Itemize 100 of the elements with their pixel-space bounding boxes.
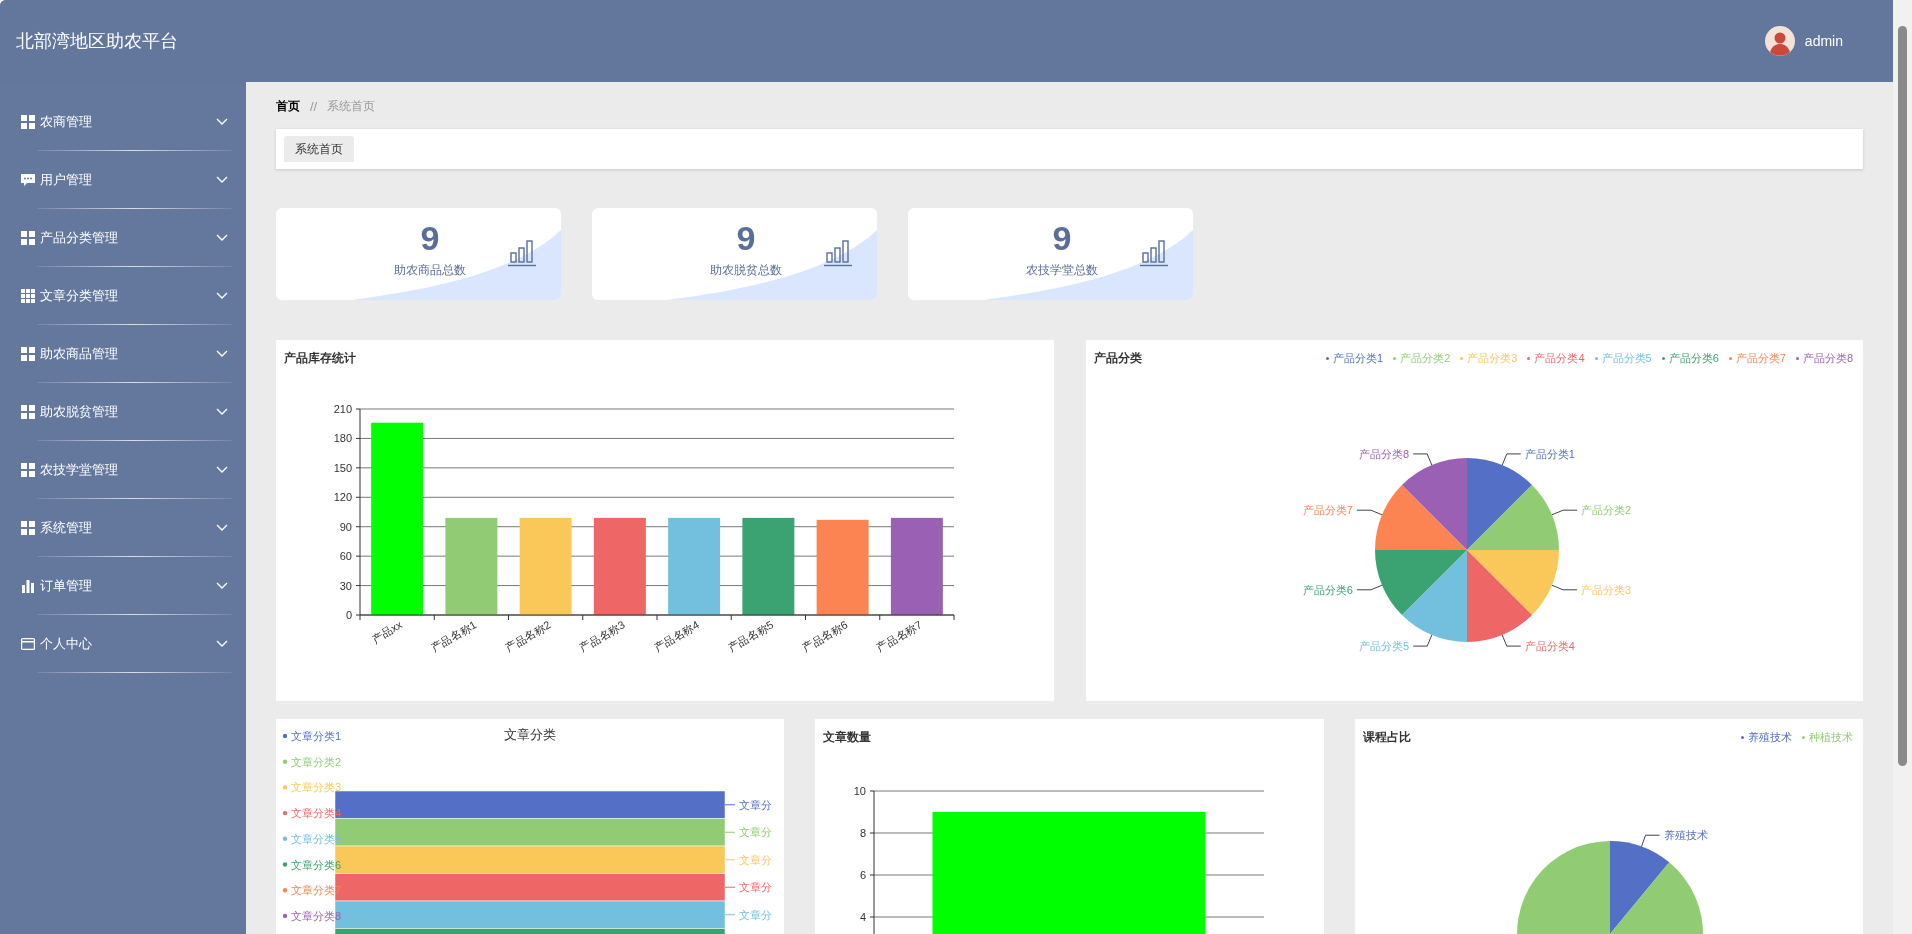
leader-line [1501,453,1521,466]
sidebar-item[interactable]: 文章分类管理 [0,267,246,324]
legend-label[interactable]: 产品分类4 [1534,350,1585,366]
sidebar-item[interactable]: 助农脱贫管理 [0,383,246,440]
grid-icon [21,346,35,361]
slice-label: 产品分类2 [1580,504,1631,517]
axis-label: 产品xx [369,618,405,646]
sidebar-item[interactable]: 系统管理 [0,499,246,556]
sidebar-item[interactable]: 用户管理 [0,151,246,208]
tick-label: 0 [345,609,352,621]
stat-value: 9 [420,218,440,259]
chart-title: 产品分类 [1093,349,1142,367]
tick-label: 4 [860,911,867,923]
scrollbar[interactable] [1893,0,1912,934]
axis-label: 产品名称3 [577,618,627,654]
leader-line [1501,634,1521,647]
slice-label: 产品分类3 [1580,583,1631,596]
stat-value: 9 [736,218,756,259]
slice-label: 产品分类7 [1302,504,1353,517]
stat-label: 助农商品总数 [394,262,466,279]
legend-label[interactable]: 文章分类4 [291,807,342,820]
leader-line [724,914,736,916]
layer-label: 文章分 [739,908,772,921]
breadcrumb-link[interactable]: 系统首页 [327,97,376,115]
breadcrumb-link[interactable]: 首页 [276,97,300,115]
stat-value: 9 [1052,218,1072,259]
slice-label: 产品分类4 [1524,640,1575,653]
layer-label: 文章分 [739,826,772,839]
breadcrumb-separator: // [310,98,318,114]
grid-icon [21,404,35,419]
stat-label: 农技学堂总数 [1026,262,1098,279]
leader-line [1412,634,1432,647]
legend-label[interactable]: 产品分类1 [1333,350,1384,366]
slice-label: 产品分类1 [1524,447,1575,460]
sidebar-item[interactable]: 产品分类管理 [0,209,246,266]
legend-label[interactable]: 文章分类1 [291,730,342,742]
user-name[interactable]: admin [1804,33,1843,49]
scrollbar-thumb[interactable] [1898,26,1907,766]
sidebar-item[interactable]: 农商管理 [0,93,246,150]
grid-icon [21,462,35,477]
grid-icon [21,114,35,129]
tick-label: 8 [860,827,867,839]
legend-label[interactable]: 文章分类6 [291,858,342,871]
axis-label: 产品名称1 [428,618,479,654]
sidebar-item[interactable]: 订单管理 [0,557,246,614]
legend-label[interactable]: 产品分类8 [1802,350,1853,366]
tick-label: 6 [860,869,867,881]
axis-label: 产品名称4 [651,618,702,654]
layer-label: 文章分 [739,881,772,894]
chart-title: 产品库存统计 [284,349,356,367]
bar-chart-icon [508,240,536,267]
stat-label: 助农脱贫总数 [710,262,782,279]
avatar-icon[interactable] [1764,26,1795,56]
app-title: 北部湾地区助农平台 [16,30,178,53]
axis-label: 产品名称5 [725,618,776,654]
legend-label[interactable]: 养殖技术 [1748,729,1792,745]
legend-label[interactable]: 产品分类6 [1668,350,1719,366]
chat-icon [21,172,35,187]
axis-label: 产品名称2 [503,618,553,654]
leader-line [1551,509,1578,516]
axis-label: 产品名称6 [800,618,850,654]
tick-label: 180 [333,432,352,445]
grid-icon [21,520,35,535]
chart-title: 文章分类 [504,727,556,742]
card-icon [21,636,35,651]
layer-label: 文章分 [739,798,772,811]
tick-label: 60 [339,550,352,563]
axis-label: 产品名称7 [874,618,924,654]
bar-chart-icon [1140,240,1168,267]
leader-line [1412,453,1432,466]
sidebar-item[interactable]: 个人中心 [0,615,246,672]
tick-label: 210 [333,403,352,415]
leader-line [1355,509,1382,516]
slice-label: 养殖技术 [1663,829,1708,842]
chart-title: 文章数量 [823,728,872,746]
tick-label: 120 [333,491,352,504]
leader-line [724,886,736,888]
grid-icon [21,230,35,245]
leader-line [724,831,736,833]
chart-title: 课程占比 [1362,728,1411,746]
legend-label[interactable]: 文章分类8 [291,909,342,922]
leader-line [1640,834,1660,847]
tick-label: 150 [333,461,352,474]
leader-line [724,859,736,861]
slice-label: 产品分类5 [1358,640,1409,653]
sidebar-item[interactable]: 助农商品管理 [0,325,246,382]
leader-line [724,804,736,806]
tick-label: 90 [339,520,352,533]
bar-chart-icon [21,578,35,593]
leader-line [1551,584,1578,591]
tab[interactable]: 系统首页 [284,136,354,162]
legend-label[interactable]: 产品分类7 [1735,350,1786,366]
bar-chart-icon [824,240,852,267]
grid-icon [21,288,35,303]
sidebar-item[interactable]: 农技学堂管理 [0,441,246,498]
tick-label: 10 [854,785,867,797]
leader-line [1355,584,1382,591]
tick-label: 30 [339,579,352,592]
layer-label: 文章分 [739,853,772,866]
slice-label: 产品分类8 [1358,447,1409,460]
